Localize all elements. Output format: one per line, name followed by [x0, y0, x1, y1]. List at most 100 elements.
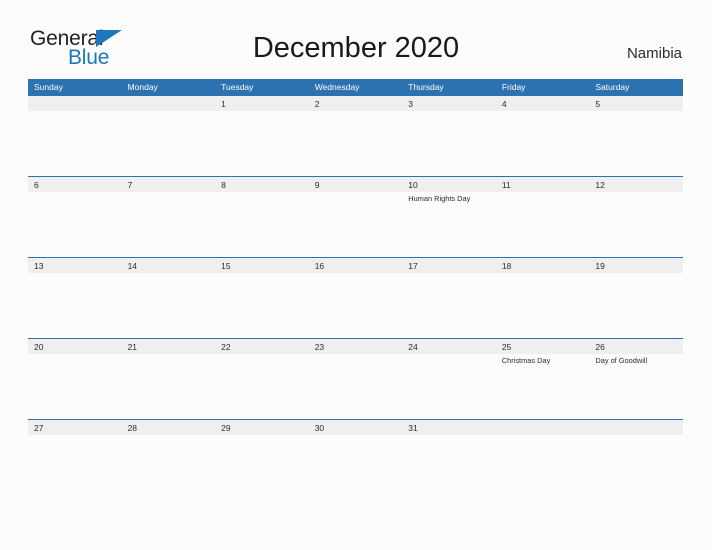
calendar-day-cell[interactable]: 16 — [308, 258, 403, 338]
day-number: 13 — [34, 261, 44, 271]
day-number: 7 — [127, 180, 133, 190]
calendar-day-cell[interactable]: 8 — [215, 177, 309, 257]
calendar-week-inner: 13 14 15 16 17 18 19 — [28, 258, 683, 338]
calendar-day-cell[interactable]: 22 — [215, 339, 309, 419]
calendar-day-cell[interactable]: 25 Christmas Day — [495, 339, 590, 419]
day-number: 19 — [595, 261, 605, 271]
day-events: Day of Goodwill — [595, 356, 680, 366]
day-number: 5 — [595, 99, 601, 109]
calendar-week-row: 20 21 22 23 24 25 Christmas Day 26 Day of Goodwi… — [28, 338, 683, 419]
calendar-day-cell[interactable]: 12 — [589, 177, 683, 257]
day-number-band — [495, 96, 590, 111]
calendar-week-row: 1 2 3 4 5 — [28, 96, 683, 176]
calendar-day-cell-empty[interactable] — [121, 96, 216, 176]
calendar-day-cell[interactable]: 2 — [308, 96, 403, 176]
calendar-day-cell[interactable]: 23 — [308, 339, 403, 419]
day-number: 3 — [408, 99, 413, 109]
calendar-day-cell[interactable]: 24 — [402, 339, 496, 419]
calendar-day-cell[interactable]: 20 — [28, 339, 122, 419]
weekday-header-thursday: Thursday — [408, 82, 444, 92]
day-number: 21 — [127, 342, 138, 352]
day-number-band — [308, 96, 403, 111]
calendar-day-cell[interactable]: 10 Human Rights Day — [402, 177, 496, 257]
calendar-day-cell[interactable]: 27 — [28, 420, 122, 500]
holiday-label: Christmas Day — [501, 356, 551, 365]
day-number-band — [589, 420, 683, 435]
calendar-day-cell[interactable]: 1 — [215, 96, 309, 176]
day-number: 25 — [501, 342, 512, 352]
weekday-header-wednesday: Wednesday — [314, 82, 360, 92]
calendar-day-cell[interactable]: 21 — [121, 339, 216, 419]
calendar-day-cell[interactable]: 7 — [121, 177, 216, 257]
calendar-day-cell[interactable]: 11 — [495, 177, 590, 257]
day-events: Christmas Day — [502, 356, 587, 366]
day-number: 20 — [34, 342, 44, 352]
weekday-header-saturday: Saturday — [595, 82, 630, 92]
day-number: 30 — [314, 423, 325, 433]
day-number: 23 — [314, 342, 325, 352]
holiday-label: Day of Goodwill — [595, 356, 648, 365]
weekday-header-monday: Monday — [127, 82, 158, 92]
calendar-day-cell[interactable]: 15 — [215, 258, 309, 338]
day-number: 29 — [221, 423, 231, 433]
weekday-header-tuesday: Tuesday — [221, 82, 254, 92]
calendar-day-cell[interactable]: 13 — [28, 258, 122, 338]
day-number: 4 — [501, 99, 507, 109]
day-number: 2 — [314, 99, 320, 109]
calendar-day-cell[interactable]: 30 — [308, 420, 403, 500]
holiday-label: Human Rights Day — [408, 194, 471, 203]
calendar-week-inner: 1 2 3 4 5 — [28, 96, 683, 176]
day-number: 1 — [221, 99, 226, 109]
calendar-day-cell-empty[interactable] — [495, 420, 590, 500]
calendar-weeks: 1 2 3 4 5 6 7 8 9 10 Human Rights Day 11 12 13 14 15 16 1… — [28, 96, 683, 500]
day-number: 8 — [221, 180, 226, 190]
day-number-band — [215, 177, 309, 192]
weekday-header-row: Sunday Monday Tuesday Wednesday Thursday Frid… — [28, 79, 683, 96]
weekday-header-friday: Friday — [501, 82, 526, 92]
calendar-week-inner: 6 7 8 9 10 Human Rights Day 11 12 — [28, 177, 683, 257]
day-number: 18 — [501, 261, 512, 271]
day-number-band — [28, 177, 122, 192]
day-number: 28 — [127, 423, 138, 433]
calendar-week-row: 13 14 15 16 17 18 19 — [28, 257, 683, 338]
day-number: 10 — [408, 180, 418, 190]
day-number: 26 — [595, 342, 605, 352]
day-number: 22 — [221, 342, 231, 352]
day-number-band — [402, 96, 496, 111]
calendar-day-cell[interactable]: 9 — [308, 177, 403, 257]
calendar-day-cell[interactable]: 5 — [589, 96, 683, 176]
calendar-day-cell[interactable]: 31 — [402, 420, 496, 500]
calendar-day-cell[interactable]: 28 — [121, 420, 216, 500]
day-number-band — [215, 96, 309, 111]
weekday-header-sunday: Sunday — [34, 82, 63, 92]
day-number: 27 — [34, 423, 44, 433]
calendar-day-cell-empty[interactable] — [589, 420, 683, 500]
day-number-band — [121, 177, 216, 192]
page-header: General Blue December 2020 Namibia — [0, 0, 712, 78]
day-number: 24 — [408, 342, 418, 352]
day-number: 11 — [501, 180, 511, 190]
calendar-day-cell[interactable]: 14 — [121, 258, 216, 338]
calendar-day-cell[interactable]: 6 — [28, 177, 122, 257]
page-title: December 2020 — [252, 32, 460, 64]
calendar-day-cell[interactable]: 26 Day of Goodwill — [589, 339, 683, 419]
calendar-day-cell[interactable]: 29 — [215, 420, 309, 500]
day-number: 6 — [34, 180, 39, 190]
day-number: 12 — [595, 180, 605, 190]
calendar-week-row: 6 7 8 9 10 Human Rights Day 11 12 — [28, 176, 683, 257]
calendar-day-cell[interactable]: 3 — [402, 96, 496, 176]
day-number-band — [495, 420, 590, 435]
calendar-day-cell-empty[interactable] — [28, 96, 122, 176]
calendar-day-cell[interactable]: 18 — [495, 258, 590, 338]
calendar-day-cell[interactable]: 4 — [495, 96, 590, 176]
country-label: Namibia — [626, 45, 682, 62]
calendar-day-cell[interactable]: 19 — [589, 258, 683, 338]
day-number: 16 — [314, 261, 325, 271]
calendar-day-cell[interactable]: 17 — [402, 258, 496, 338]
calendar-week-row: 27 28 29 30 31 — [28, 419, 683, 500]
day-number: 15 — [221, 261, 231, 271]
day-number: 17 — [408, 261, 418, 271]
day-number-band — [28, 96, 122, 111]
calendar-week-inner: 20 21 22 23 24 25 Christmas Day 26 Day of Goodwi… — [28, 339, 683, 419]
calendar-week-inner: 27 28 29 30 31 — [28, 420, 683, 500]
